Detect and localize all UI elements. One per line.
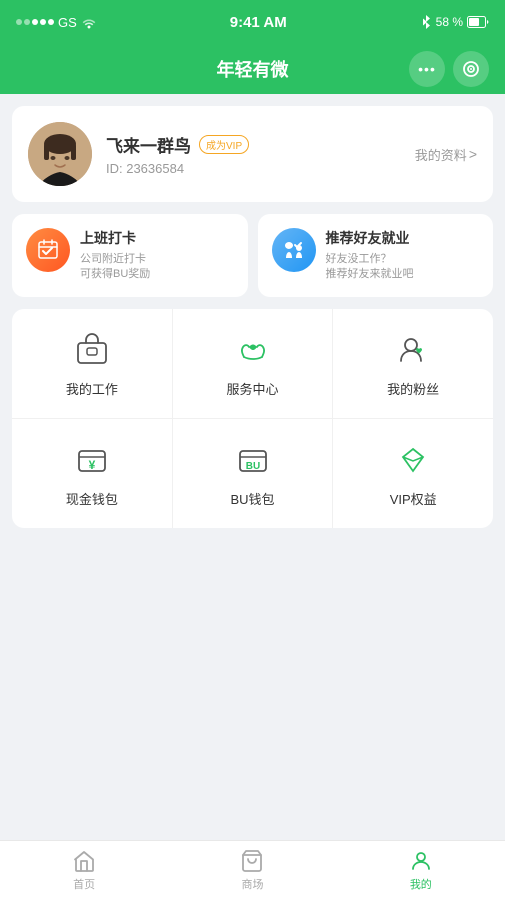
scan-icon [461, 59, 481, 79]
battery-label: 58 % [436, 15, 463, 29]
wallet-icon: ¥ [72, 439, 112, 479]
tab-home[interactable]: 首页 [0, 841, 168, 900]
grid-label-bu-wallet: BU钱包 [230, 489, 274, 508]
refer-title: 推荐好友就业 [326, 228, 414, 248]
profile-name-row: 飞来一群鸟 成为VIP [106, 132, 415, 157]
battery-icon [467, 16, 489, 28]
grid-item-service[interactable]: 服务中心 [173, 309, 334, 418]
grid-label-work: 我的工作 [66, 379, 118, 398]
refer-banner[interactable]: 推荐好友就业 好友没工作？推荐好友来就业吧 [258, 214, 494, 297]
status-left: GS [16, 15, 97, 30]
status-time: 9:41 AM [230, 14, 287, 31]
dot1 [16, 19, 22, 25]
grid-label-fans: 我的粉丝 [387, 379, 439, 398]
mine-icon [409, 849, 433, 873]
header-actions: ••• [409, 51, 489, 87]
tab-mine[interactable]: 我的 [337, 841, 505, 900]
refer-icon-wrap [272, 228, 316, 272]
avatar [28, 122, 92, 186]
home-icon [72, 849, 96, 873]
grid-label-vip: VIP权益 [390, 489, 437, 508]
scan-button[interactable] [453, 51, 489, 87]
grid-label-service: 服务中心 [227, 379, 279, 398]
avatar-image [28, 122, 92, 186]
grid-item-vip[interactable]: VIP权益 [333, 419, 493, 528]
refer-desc: 好友没工作？推荐好友来就业吧 [326, 252, 414, 283]
checkin-title: 上班打卡 [80, 228, 150, 248]
grid-item-wallet[interactable]: ¥ 现金钱包 [12, 419, 173, 528]
checkin-banner[interactable]: 上班打卡 公司附近打卡可获得BU奖励 [12, 214, 248, 297]
tab-market-label: 商场 [241, 876, 263, 892]
wifi-icon [81, 15, 97, 29]
chevron-right-icon: > [469, 146, 477, 162]
tab-market[interactable]: 商场 [168, 841, 336, 900]
app-header: 年轻有微 ••• [0, 44, 505, 94]
profile-card: 飞来一群鸟 成为VIP ID: 23636584 我的资料 > [12, 106, 493, 202]
dot2 [24, 19, 30, 25]
grid-item-fans[interactable]: 我的粉丝 [333, 309, 493, 418]
checkin-text: 上班打卡 公司附近打卡可获得BU奖励 [80, 228, 150, 283]
carrier-label: GS [58, 15, 77, 30]
svg-text:¥: ¥ [88, 458, 95, 472]
tab-home-label: 首页 [73, 876, 95, 892]
more-icon: ••• [418, 61, 436, 77]
dot3 [32, 19, 38, 25]
main-content: 飞来一群鸟 成为VIP ID: 23636584 我的资料 > 上班打卡 公司附… [0, 94, 505, 840]
vip-icon [393, 439, 433, 479]
grid-item-bu-wallet[interactable]: BU BU钱包 [173, 419, 334, 528]
status-right: 58 % [420, 14, 489, 30]
signal-dots [16, 19, 54, 25]
work-icon [72, 329, 112, 369]
tab-bar: 首页 商场 我的 [0, 840, 505, 900]
checkin-icon-wrap [26, 228, 70, 272]
checkin-desc: 公司附近打卡可获得BU奖励 [80, 252, 150, 283]
header-title: 年轻有微 [217, 56, 289, 82]
profile-action-button[interactable]: 我的资料 > [415, 145, 477, 164]
grid-row-1: 我的工作 服务中心 [12, 309, 493, 419]
bu-wallet-icon: BU [233, 439, 273, 479]
refer-text: 推荐好友就业 好友没工作？推荐好友来就业吧 [326, 228, 414, 283]
profile-name: 飞来一群鸟 [106, 132, 191, 157]
profile-info: 飞来一群鸟 成为VIP ID: 23636584 [106, 132, 415, 176]
dot5 [48, 19, 54, 25]
more-button[interactable]: ••• [409, 51, 445, 87]
fans-icon [393, 329, 433, 369]
profile-id: ID: 23636584 [106, 161, 415, 176]
market-icon [240, 849, 264, 873]
banner-row: 上班打卡 公司附近打卡可获得BU奖励 推荐好友就业 好友没工作？推荐好友来就业吧 [12, 214, 493, 297]
grid-menu: 我的工作 服务中心 [12, 309, 493, 528]
service-icon [233, 329, 273, 369]
status-bar: GS 9:41 AM 58 % [0, 0, 505, 44]
bluetooth-icon [420, 14, 432, 30]
grid-item-work[interactable]: 我的工作 [12, 309, 173, 418]
profile-action-label: 我的资料 [415, 145, 467, 164]
grid-label-wallet: 现金钱包 [66, 489, 118, 508]
grid-row-2: ¥ 现金钱包 BU BU钱包 [12, 419, 493, 528]
vip-badge[interactable]: 成为VIP [199, 135, 249, 154]
dot4 [40, 19, 46, 25]
svg-text:BU: BU [245, 461, 259, 472]
tab-mine-label: 我的 [410, 876, 432, 892]
